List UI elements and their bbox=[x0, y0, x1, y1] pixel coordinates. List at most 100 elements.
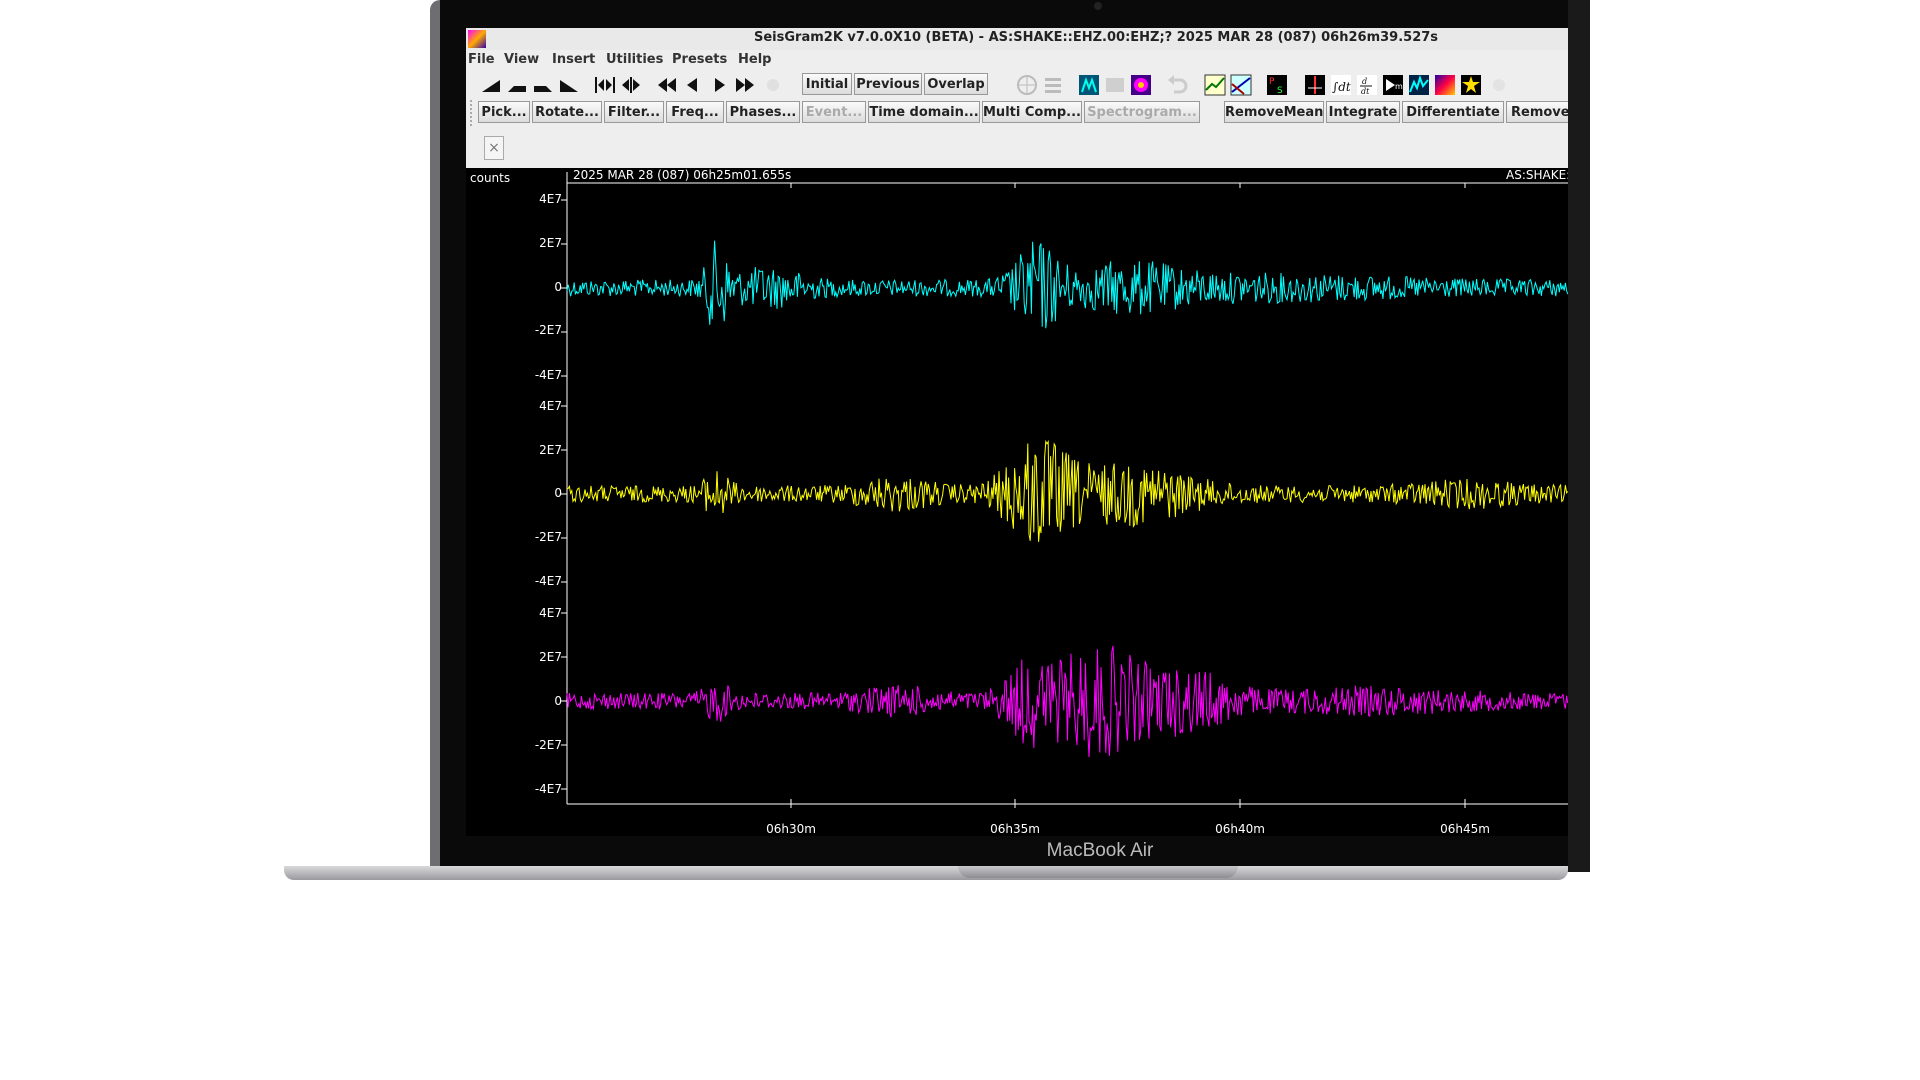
title-bar: SeisGram2K v7.0.0X10 (BETA) - AS:SHAKE::… bbox=[466, 28, 1568, 50]
ytick-2-neg4e7: -4E7 bbox=[534, 574, 562, 588]
menu-bar: File View Insert Utilities Presets Help bbox=[466, 50, 1568, 70]
ytick-3-2e7: 2E7 bbox=[539, 650, 562, 664]
ytick-1-neg4e7: -4E7 bbox=[534, 368, 562, 382]
step-forward-icon[interactable] bbox=[708, 74, 730, 96]
zoom-in-time-icon[interactable] bbox=[594, 74, 616, 96]
laptop-base-notch bbox=[958, 866, 1238, 878]
menu-utilities[interactable]: Utilities bbox=[606, 52, 663, 67]
ytick-3-neg2e7: -2E7 bbox=[534, 738, 562, 752]
convert-units-icon[interactable]: m bbox=[1382, 74, 1404, 96]
taper-left-icon[interactable] bbox=[506, 74, 528, 96]
multi-comp-button[interactable]: Multi Comp... bbox=[982, 101, 1082, 123]
rotate-button[interactable]: Rotate... bbox=[532, 101, 602, 123]
window-title: SeisGram2K v7.0.0X10 (BETA) - AS:SHAKE::… bbox=[754, 30, 1439, 45]
disabled-box-icon bbox=[1106, 78, 1124, 92]
integral-dt-icon[interactable]: ∫dt bbox=[1330, 74, 1352, 96]
ytick-2-2e7: 2E7 bbox=[539, 443, 562, 457]
event-burst-icon[interactable] bbox=[1460, 74, 1482, 96]
record-section-icon[interactable] bbox=[1230, 74, 1252, 96]
app-window: SeisGram2K v7.0.0X10 (BETA) - AS:SHAKE::… bbox=[466, 28, 1568, 836]
ytick-3-4e7: 4E7 bbox=[539, 606, 562, 620]
close-icon[interactable]: × bbox=[484, 136, 504, 160]
taper-right-icon[interactable] bbox=[532, 74, 554, 96]
step-back-icon[interactable] bbox=[682, 74, 704, 96]
trace-label-ehe: AS:SHAKE::EHE.00:EHE 90 bbox=[572, 596, 731, 610]
trace-plot-icon[interactable] bbox=[1204, 74, 1226, 96]
disabled-dot-icon bbox=[767, 79, 779, 91]
previous-button[interactable]: Previous bbox=[854, 73, 922, 95]
disabled-extra-icon bbox=[1493, 79, 1505, 91]
remove-button[interactable]: Remove bbox=[1506, 101, 1568, 123]
svg-text:dt: dt bbox=[1361, 87, 1370, 96]
menu-file[interactable]: File bbox=[468, 52, 495, 67]
waveform-trace-1 bbox=[566, 439, 1568, 542]
phases-button[interactable]: Phases... bbox=[726, 101, 800, 123]
start-time-label: 2025 MAR 28 (087) 06h25m01.655s bbox=[573, 168, 792, 182]
ytick-2-4e7: 4E7 bbox=[539, 399, 562, 413]
ytick-1-4e7: 4E7 bbox=[539, 192, 562, 206]
station-right-label: AS:SHAKE: bbox=[1506, 168, 1568, 182]
toolbar-actions: Pick... Rotate... Filter... Freq... Phas… bbox=[466, 98, 1568, 128]
spectrogram-button[interactable]: Spectrogram... bbox=[1084, 101, 1200, 123]
ytick-3-neg4e7: -4E7 bbox=[534, 782, 562, 796]
taper-down-icon[interactable] bbox=[558, 74, 580, 96]
zoom-out-time-icon[interactable] bbox=[620, 74, 642, 96]
fast-forward-icon[interactable] bbox=[734, 74, 756, 96]
toolbar-grip bbox=[470, 100, 476, 126]
ytick-2-0: 0 bbox=[554, 486, 562, 500]
filter-button[interactable]: Filter... bbox=[604, 101, 664, 123]
svg-text:S: S bbox=[1277, 86, 1283, 96]
globe-icon bbox=[1017, 75, 1037, 95]
taper-up-icon[interactable] bbox=[480, 74, 502, 96]
xtick-06h45m: 06h45m bbox=[1440, 822, 1490, 836]
map-icon[interactable] bbox=[1078, 74, 1100, 96]
xtick-06h30m: 06h30m bbox=[766, 822, 816, 836]
undo-icon bbox=[1168, 75, 1188, 94]
ytick-1-neg2e7: -2E7 bbox=[534, 323, 562, 337]
app-logo-icon bbox=[468, 30, 486, 48]
seismogram-plot[interactable]: counts 2025 MAR 28 (087) 06h25m01.655s A… bbox=[466, 168, 1568, 836]
differentiate-button[interactable]: Differentiate bbox=[1402, 101, 1504, 123]
menu-view[interactable]: View bbox=[504, 52, 539, 67]
camera-icon bbox=[1094, 2, 1102, 10]
freq-button[interactable]: Freq... bbox=[666, 101, 724, 123]
remove-mean-button[interactable]: RemoveMean bbox=[1224, 101, 1324, 123]
ps-export-icon[interactable]: PS bbox=[1266, 74, 1288, 96]
menu-help[interactable]: Help bbox=[738, 52, 771, 67]
trace-label-ehn: AS:SHAKE::EHN.00:EHN 0 bbox=[572, 390, 726, 404]
integrate-button[interactable]: Integrate bbox=[1326, 101, 1400, 123]
menu-presets[interactable]: Presets bbox=[672, 52, 727, 67]
waveform-trace-2 bbox=[566, 645, 1568, 758]
derivative-icon[interactable]: ddt bbox=[1356, 74, 1378, 96]
xtick-06h40m: 06h40m bbox=[1215, 822, 1265, 836]
ytick-3-0: 0 bbox=[554, 694, 562, 708]
svg-text:∫dt: ∫dt bbox=[1332, 80, 1351, 94]
initial-button[interactable]: Initial bbox=[802, 73, 852, 95]
heatmap-icon[interactable] bbox=[1434, 74, 1456, 96]
ytick-1-2e7: 2E7 bbox=[539, 236, 562, 250]
laptop-base bbox=[284, 866, 1568, 880]
pick-button[interactable]: Pick... bbox=[478, 101, 530, 123]
fast-back-icon[interactable] bbox=[656, 74, 678, 96]
seisgram-logo-icon[interactable] bbox=[1130, 74, 1152, 96]
overlap-button[interactable]: Overlap bbox=[924, 73, 988, 95]
units-label: counts bbox=[470, 171, 511, 185]
time-domain-button[interactable]: Time domain... bbox=[868, 101, 980, 123]
trace-label-ehz: AS:SHAKE::EHZ.00:EHZ Z bbox=[572, 183, 726, 197]
waveform-canvas bbox=[561, 172, 1568, 808]
xtick-06h35m: 06h35m bbox=[990, 822, 1040, 836]
amplitude-pick-icon[interactable] bbox=[1304, 74, 1326, 96]
svg-text:d: d bbox=[1362, 77, 1367, 86]
toolbar-navigation: Initial Previous Overlap PS ∫dt d dt m bbox=[466, 70, 1568, 98]
device-brand: MacBook Air bbox=[1046, 840, 1154, 861]
list-icon bbox=[1045, 78, 1061, 93]
menu-insert[interactable]: Insert bbox=[552, 52, 595, 67]
spectrum-icon[interactable] bbox=[1408, 74, 1430, 96]
svg-text:m: m bbox=[1395, 82, 1403, 91]
event-button[interactable]: Event... bbox=[802, 101, 866, 123]
waveform-trace-0 bbox=[566, 240, 1568, 329]
laptop-edge bbox=[430, 0, 440, 872]
svg-text:P: P bbox=[1269, 77, 1275, 87]
ytick-2-neg2e7: -2E7 bbox=[534, 530, 562, 544]
toolbar-tabs: × bbox=[466, 128, 1568, 169]
